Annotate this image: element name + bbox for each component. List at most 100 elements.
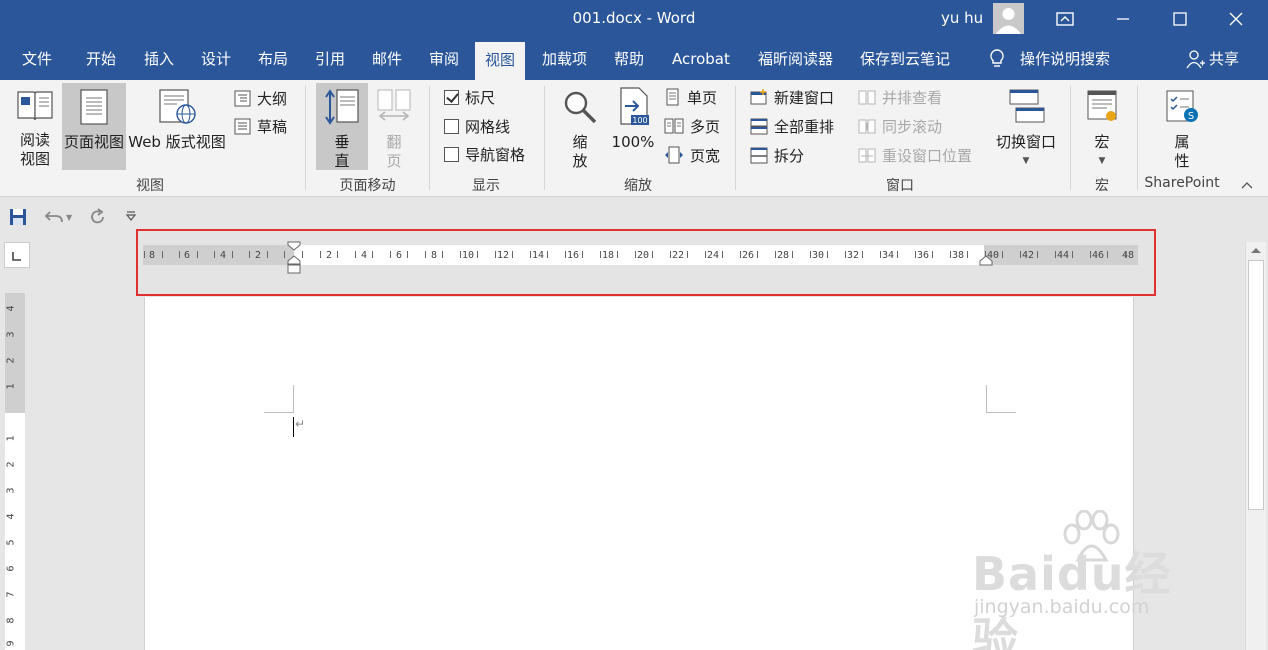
save-button[interactable] [9, 208, 27, 230]
read-mode-button[interactable]: 阅读 视图 [10, 88, 60, 169]
zoom-button[interactable]: 缩 放 [558, 88, 602, 171]
print-layout-button[interactable]: 页面视图 [62, 83, 126, 170]
reset-position-label: 重设窗口位置 [882, 146, 973, 165]
avatar[interactable] [993, 3, 1024, 34]
close-button[interactable] [1208, 0, 1264, 38]
tab-view[interactable]: 视图 [475, 42, 526, 80]
ruler-tick [687, 251, 688, 258]
view-group-label: 视图 [136, 178, 164, 194]
zoom-100-button[interactable]: 100 100% [610, 86, 656, 152]
gridlines-checkbox[interactable]: 网格线 [444, 115, 510, 137]
print-layout-label: 页面视图 [63, 133, 124, 151]
scroll-up-icon[interactable] [1250, 246, 1262, 254]
ruler-tick [705, 251, 706, 258]
zoom-label: 缩 放 [572, 133, 588, 170]
switch-windows-icon [1009, 89, 1045, 123]
draft-button[interactable]: 草稿 [234, 115, 287, 137]
ruler-tick [320, 251, 321, 258]
page-width-icon [665, 146, 683, 164]
multiple-pages-button[interactable]: 多页 [664, 115, 720, 137]
undo-icon [44, 211, 63, 223]
new-window-button[interactable]: 新建窗口 [750, 86, 834, 108]
ruler-label: 36 [917, 250, 930, 261]
side-by-side-button: 并排查看 [858, 86, 942, 108]
paragraph-mark-icon: ↵ [295, 417, 306, 431]
tab-references[interactable]: 引用 [305, 38, 355, 80]
gridlines-label: 网格线 [465, 117, 511, 136]
title-bar: 001.docx - Word yu hu [0, 0, 1268, 38]
gridlines-check-box[interactable] [444, 118, 459, 134]
ruler-tick [495, 251, 496, 258]
tab-insert[interactable]: 插入 [134, 38, 184, 80]
tab-addins[interactable]: 加载项 [532, 38, 597, 80]
ribbon: 阅读 视图 页面视图 Web 版式视图 大纲 草稿 视图 垂 直 翻 页 页面移… [0, 80, 1268, 197]
scrollbar-thumb[interactable] [1248, 260, 1264, 510]
vruler-label: 5 [5, 539, 17, 546]
right-indent-marker[interactable] [979, 255, 993, 269]
ruler-tick [880, 251, 881, 258]
tab-layout[interactable]: 布局 [248, 38, 298, 80]
properties-button[interactable]: S 属 性 [1160, 88, 1204, 171]
switch-windows-button[interactable]: 切换窗口 ▼ [990, 88, 1062, 171]
ruler-tick [967, 251, 968, 258]
split-label: 拆分 [774, 146, 805, 165]
ruler-tick [600, 251, 601, 258]
person-icon [996, 8, 1021, 34]
watermark-brand: Baidu经验 [972, 547, 1172, 650]
ruler-label: 46 [1092, 250, 1105, 261]
nav-pane-checkbox[interactable]: 导航窗格 [444, 143, 525, 165]
tab-foxit[interactable]: 福昕阅读器 [748, 38, 843, 80]
ruler-tick [249, 251, 250, 258]
tab-home[interactable]: 开始 [76, 38, 126, 80]
arrange-all-button[interactable]: 全部重排 [750, 115, 834, 137]
repeat-button[interactable] [89, 208, 107, 230]
tab-design[interactable]: 设计 [191, 38, 241, 80]
share-button[interactable]: 共享 [1176, 38, 1249, 80]
ruler-label: 14 [532, 250, 545, 261]
ribbon-display-options-button[interactable] [1037, 0, 1093, 38]
vertical-ruler[interactable]: 4 3 2 1 1 2 3 4 5 6 7 8 9 [5, 293, 25, 650]
vruler-label: 4 [5, 305, 17, 312]
web-layout-button[interactable]: Web 版式视图 [127, 88, 227, 152]
outline-button[interactable]: 大纲 [234, 87, 287, 109]
undo-dropdown-icon[interactable]: ▼ [66, 213, 72, 222]
tell-me-search[interactable]: 操作说明搜索 [978, 38, 1120, 80]
collapse-ribbon-button[interactable] [1240, 178, 1254, 194]
split-button[interactable]: 拆分 [750, 144, 804, 166]
ruler-checkbox[interactable]: 标尺 [444, 86, 495, 108]
minimize-icon [1117, 18, 1129, 20]
ruler-check-box[interactable] [444, 89, 459, 105]
ruler-tick [547, 251, 548, 258]
vertical-button[interactable]: 垂 直 [316, 83, 368, 170]
crop-mark [986, 385, 987, 413]
tab-review[interactable]: 审阅 [419, 38, 469, 80]
tab-stop-selector[interactable] [4, 242, 30, 268]
ruler-tick [284, 251, 285, 258]
tab-mailings[interactable]: 邮件 [362, 38, 412, 80]
tab-help[interactable]: 帮助 [604, 38, 654, 80]
nav-pane-check-box[interactable] [444, 146, 459, 162]
customize-qat-button[interactable] [125, 210, 137, 226]
minimize-button[interactable] [1095, 0, 1151, 38]
page-width-button[interactable]: 页宽 [664, 144, 720, 166]
ruler-tick [1125, 251, 1126, 258]
ruler-label: 38 [952, 250, 965, 261]
ruler-tick [652, 251, 653, 258]
hanging-indent-marker[interactable] [287, 255, 301, 277]
tab-acrobat[interactable]: Acrobat [662, 38, 740, 80]
maximize-button[interactable] [1152, 0, 1208, 38]
ruler-label: 2 [255, 250, 262, 261]
read-mode-label: 阅读 视图 [19, 131, 50, 168]
vertical-scrollbar[interactable] [1245, 242, 1266, 650]
tab-save-cloud[interactable]: 保存到云笔记 [850, 38, 960, 80]
user-name[interactable]: yu hu [941, 9, 983, 27]
macros-button[interactable]: 宏 ▼ [1082, 88, 1122, 171]
one-page-button[interactable]: 单页 [664, 86, 717, 108]
tab-file[interactable]: 文件 [12, 38, 62, 80]
ruler-tick [442, 251, 443, 258]
ruler-label: 24 [707, 250, 720, 261]
undo-button[interactable]: ▼ [44, 208, 72, 226]
lightbulb-icon [990, 49, 1004, 67]
nav-pane-label: 导航窗格 [465, 145, 526, 164]
vertical-label: 垂 直 [334, 133, 350, 170]
